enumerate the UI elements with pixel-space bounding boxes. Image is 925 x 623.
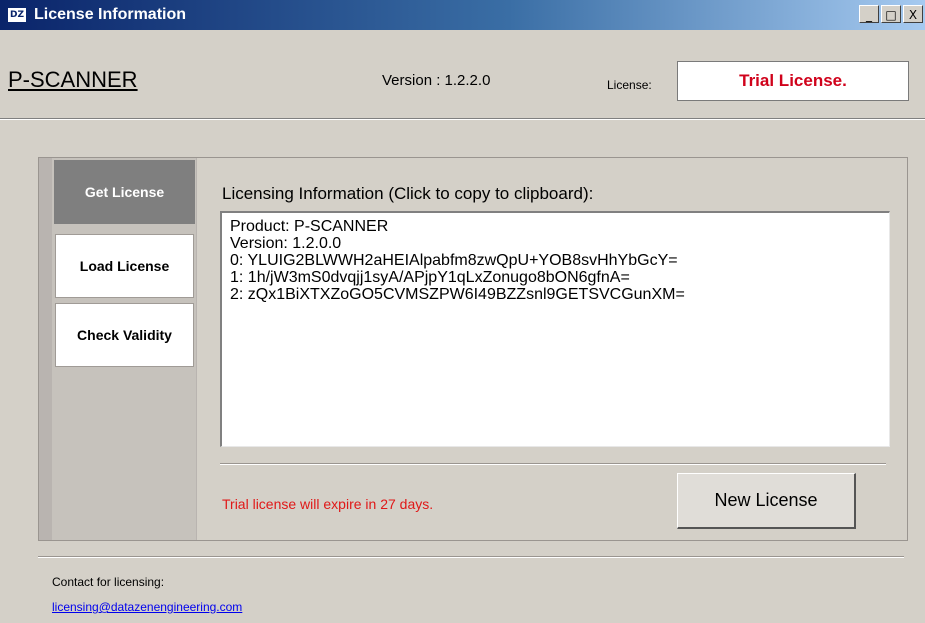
- license-label: License:: [607, 78, 652, 92]
- footer-divider: [38, 556, 904, 558]
- licensing-info-heading: Licensing Information (Click to copy to …: [222, 184, 594, 203]
- title-bar[interactable]: DZ License Information _ □ X: [0, 0, 925, 30]
- version-label: Version : 1.2.2.0: [382, 72, 491, 89]
- app-name: P-SCANNER: [8, 67, 138, 92]
- app-icon: DZ: [8, 8, 26, 22]
- tab-check-validity[interactable]: Check Validity: [55, 303, 194, 367]
- expiry-notice: Trial license will expire in 27 days.: [222, 496, 434, 512]
- info-line-product: Product: P-SCANNER: [230, 218, 389, 235]
- info-line-version: Version: 1.2.0.0: [230, 235, 342, 252]
- info-line-key-1: 1: 1h/jW3mS0dvqjj1syA/APjpY1qLxZonugo8bO…: [230, 269, 630, 286]
- window-title: License Information: [34, 6, 187, 23]
- contact-label: Contact for licensing:: [52, 575, 165, 589]
- info-line-key-2: 2: zQx1BiXTXZoGO5CVMSZPW6I49BZZsnl9GETSV…: [230, 286, 685, 303]
- tab-get-license[interactable]: Get License: [54, 160, 195, 224]
- license-window: DZ License Information _ □ X P-SCANNER V…: [0, 0, 925, 623]
- header-divider: [0, 118, 925, 120]
- tab-load-license[interactable]: Load License: [55, 234, 194, 298]
- licensing-info-box[interactable]: Product: P-SCANNER Version: 1.2.0.0 0: Y…: [220, 211, 890, 447]
- content-divider: [220, 463, 886, 465]
- new-license-button[interactable]: New License: [677, 473, 856, 529]
- contact-email-link[interactable]: licensing@datazenengineering.com: [52, 600, 242, 614]
- minimize-button[interactable]: _: [859, 5, 879, 23]
- license-status-box: Trial License.: [677, 61, 909, 101]
- info-line-key-0: 0: YLUIG2BLWWH2aHEIAlpabfm8zwQpU+YOB8svH…: [230, 252, 678, 269]
- close-button[interactable]: X: [903, 5, 923, 23]
- window-controls: _ □ X: [859, 5, 923, 23]
- maximize-button[interactable]: □: [881, 5, 901, 23]
